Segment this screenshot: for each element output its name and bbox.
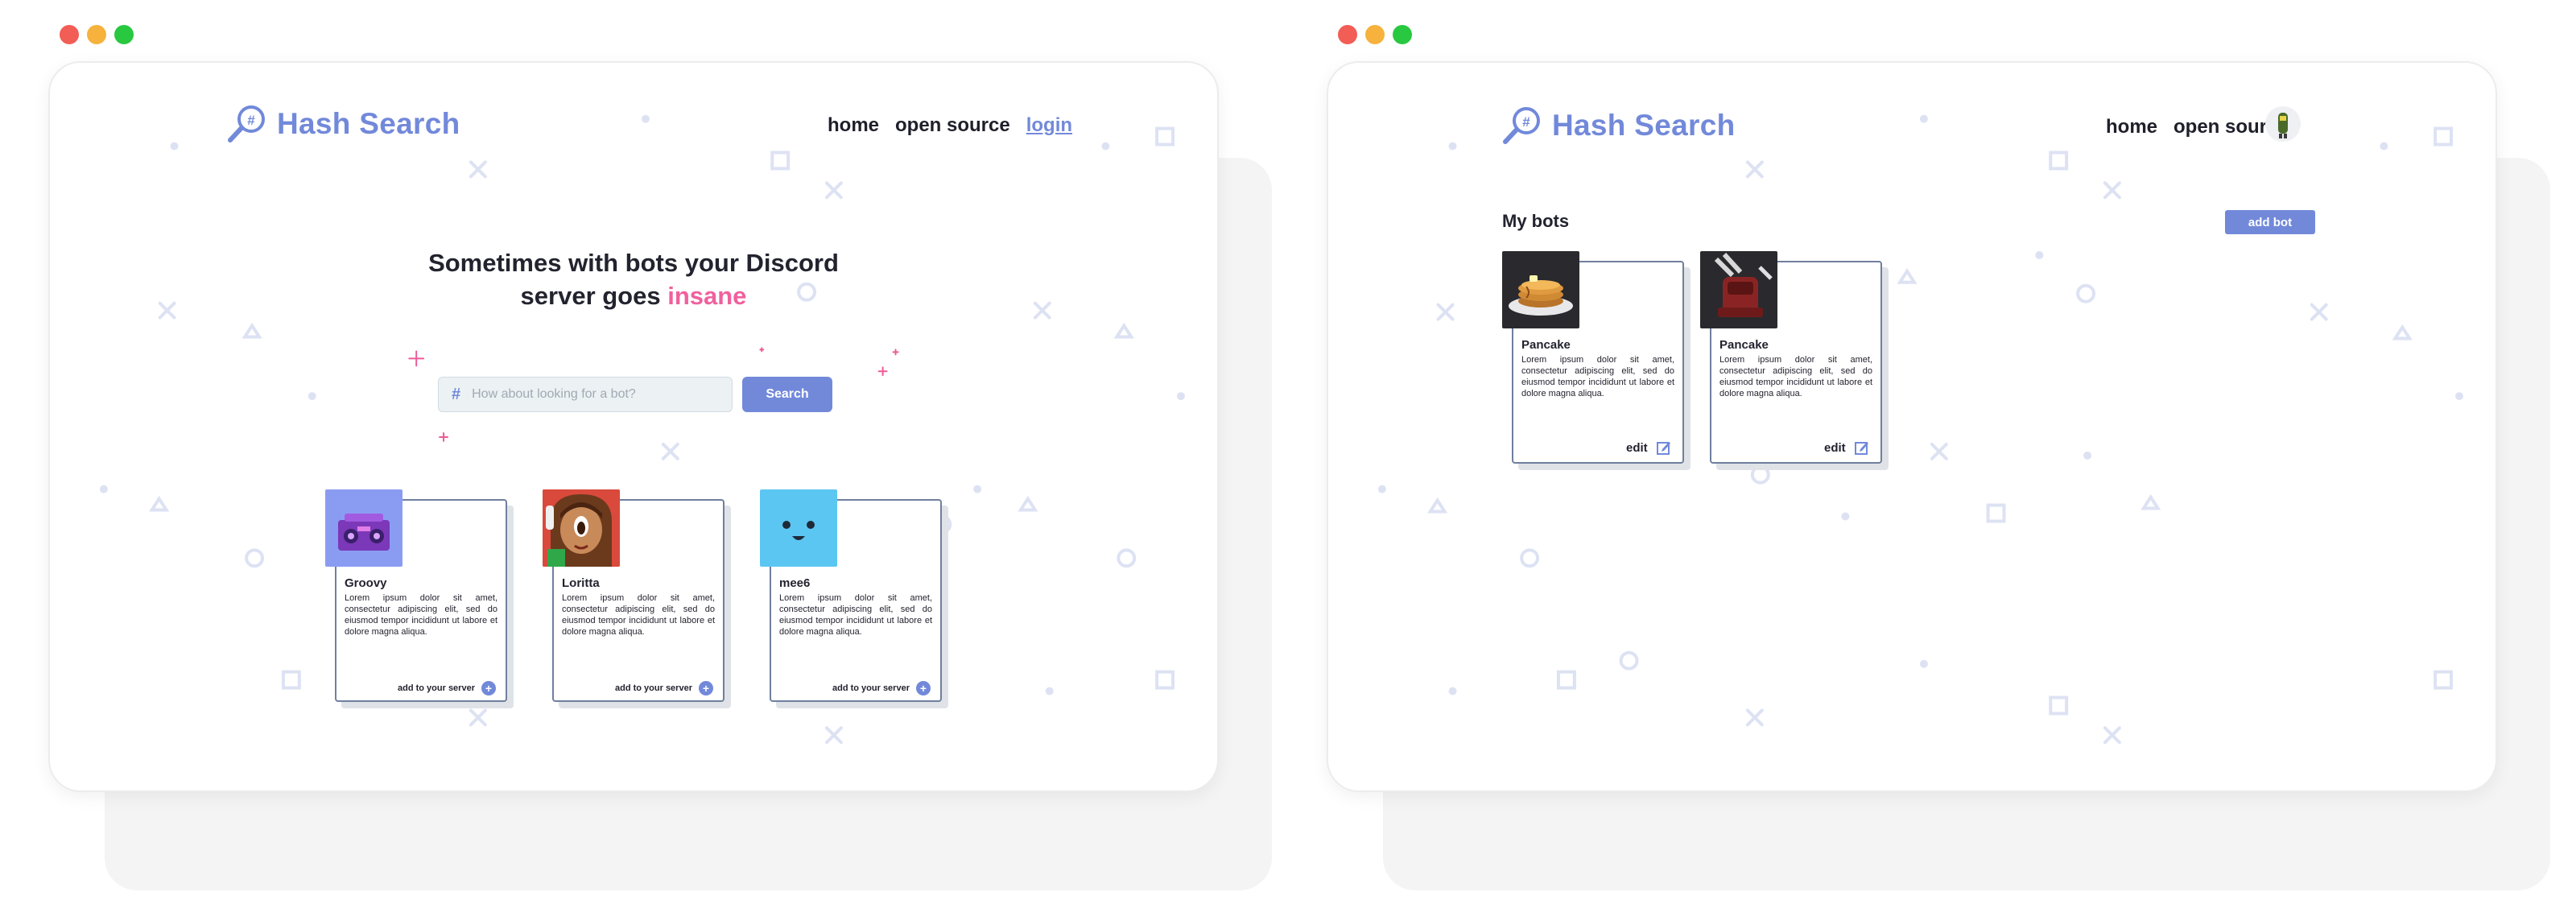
bot-card-groovy[interactable]: Groovy Lorem ipsum dolor sit amet, conse…: [325, 489, 512, 705]
blue-face-avatar: [760, 489, 837, 567]
bot-name: Loritta: [562, 576, 600, 590]
close-dot[interactable]: [60, 25, 79, 44]
hash-icon: #: [452, 385, 461, 403]
bot-description: Lorem ipsum dolor sit amet, consectetur …: [779, 593, 932, 637]
edit-icon: [1656, 442, 1670, 455]
add-to-server-label: add to your server: [398, 683, 475, 693]
search-input[interactable]: [472, 387, 719, 402]
edit-label: edit: [1824, 440, 1846, 455]
hero-line-2: server goes insane: [50, 279, 1217, 312]
hero-highlight: insane: [667, 282, 747, 310]
svg-text:#: #: [1522, 114, 1530, 130]
nav-login-link[interactable]: login: [1026, 114, 1072, 137]
add-to-server-label: add to your server: [832, 683, 910, 693]
bot-card-mee6[interactable]: mee6 Lorem ipsum dolor sit amet, consect…: [760, 489, 947, 705]
my-bot-card[interactable]: Pancake Lorem ipsum dolor sit amet, cons…: [1502, 251, 1689, 467]
bot-description: Lorem ipsum dolor sit amet, consectetur …: [345, 593, 497, 637]
hero-line-1: Sometimes with bots your Discord: [428, 249, 839, 277]
window-controls-left: [60, 25, 134, 44]
boombox-avatar: [325, 489, 402, 567]
maximize-dot[interactable]: [1393, 25, 1412, 44]
nav-home-link[interactable]: home: [2106, 116, 2157, 138]
bot-card-loritta[interactable]: Loritta Lorem ipsum dolor sit amet, cons…: [543, 489, 729, 705]
bot-name: Groovy: [345, 576, 387, 590]
user-avatar[interactable]: [2265, 106, 2301, 142]
browser-window-home: # Hash Search home open source login Som…: [48, 61, 1219, 792]
bot-description: Lorem ipsum dolor sit amet, consectetur …: [1719, 355, 1872, 398]
minimize-dot[interactable]: [1365, 25, 1385, 44]
logo[interactable]: # Hash Search: [227, 103, 460, 145]
logo-text: Hash Search: [1552, 109, 1736, 142]
pancake-avatar: [1502, 251, 1579, 328]
edit-icon: [1854, 442, 1868, 455]
search-button[interactable]: Search: [742, 377, 832, 412]
edit-bot-button[interactable]: edit: [1824, 440, 1870, 456]
magnifier-hash-icon: #: [1503, 107, 1540, 144]
logo[interactable]: # Hash Search: [1502, 105, 1735, 147]
my-bot-card[interactable]: Pancake Lorem ipsum dolor sit amet, cons…: [1700, 251, 1887, 467]
add-to-server-label: add to your server: [615, 683, 692, 693]
magnifier-hash-icon: #: [228, 105, 265, 142]
plus-icon: +: [698, 681, 713, 695]
add-to-server-button[interactable]: add to your server +: [398, 681, 496, 695]
nav-open-source-link[interactable]: open source: [895, 114, 1010, 137]
top-nav: home open source: [2106, 116, 2289, 138]
edit-label: edit: [1626, 440, 1648, 455]
edit-bot-button[interactable]: edit: [1626, 440, 1672, 456]
robot-avatar: [1700, 251, 1777, 328]
top-nav: home open source login: [828, 114, 1072, 137]
svg-text:#: #: [247, 113, 255, 128]
add-to-server-button[interactable]: add to your server +: [615, 681, 713, 695]
bot-name: Pancake: [1521, 338, 1571, 352]
logo-text: Hash Search: [277, 107, 460, 140]
window-controls-right: [1338, 25, 1412, 44]
close-dot[interactable]: [1338, 25, 1357, 44]
search-box: #: [438, 377, 733, 412]
plus-icon: +: [481, 681, 496, 695]
nav-home-link[interactable]: home: [828, 114, 879, 137]
bot-description: Lorem ipsum dolor sit amet, consectetur …: [562, 593, 715, 637]
maximize-dot[interactable]: [114, 25, 134, 44]
section-title: My bots: [1502, 211, 1570, 231]
bot-name: Pancake: [1719, 338, 1769, 352]
hero-line-2-prefix: server goes: [520, 282, 668, 310]
add-bot-button[interactable]: add bot: [2225, 210, 2315, 234]
stage: # Hash Search home open source login Som…: [0, 0, 2576, 908]
bot-name: mee6: [779, 576, 811, 590]
hero-title: Sometimes with bots your Discord server …: [50, 246, 1217, 312]
plus-icon: +: [915, 681, 931, 695]
bot-description: Lorem ipsum dolor sit amet, consectetur …: [1521, 355, 1674, 398]
girl-avatar: [543, 489, 620, 567]
browser-window-my-bots: # Hash Search home open source My bots a…: [1327, 61, 2497, 792]
add-to-server-button[interactable]: add to your server +: [832, 681, 931, 695]
minimize-dot[interactable]: [87, 25, 106, 44]
